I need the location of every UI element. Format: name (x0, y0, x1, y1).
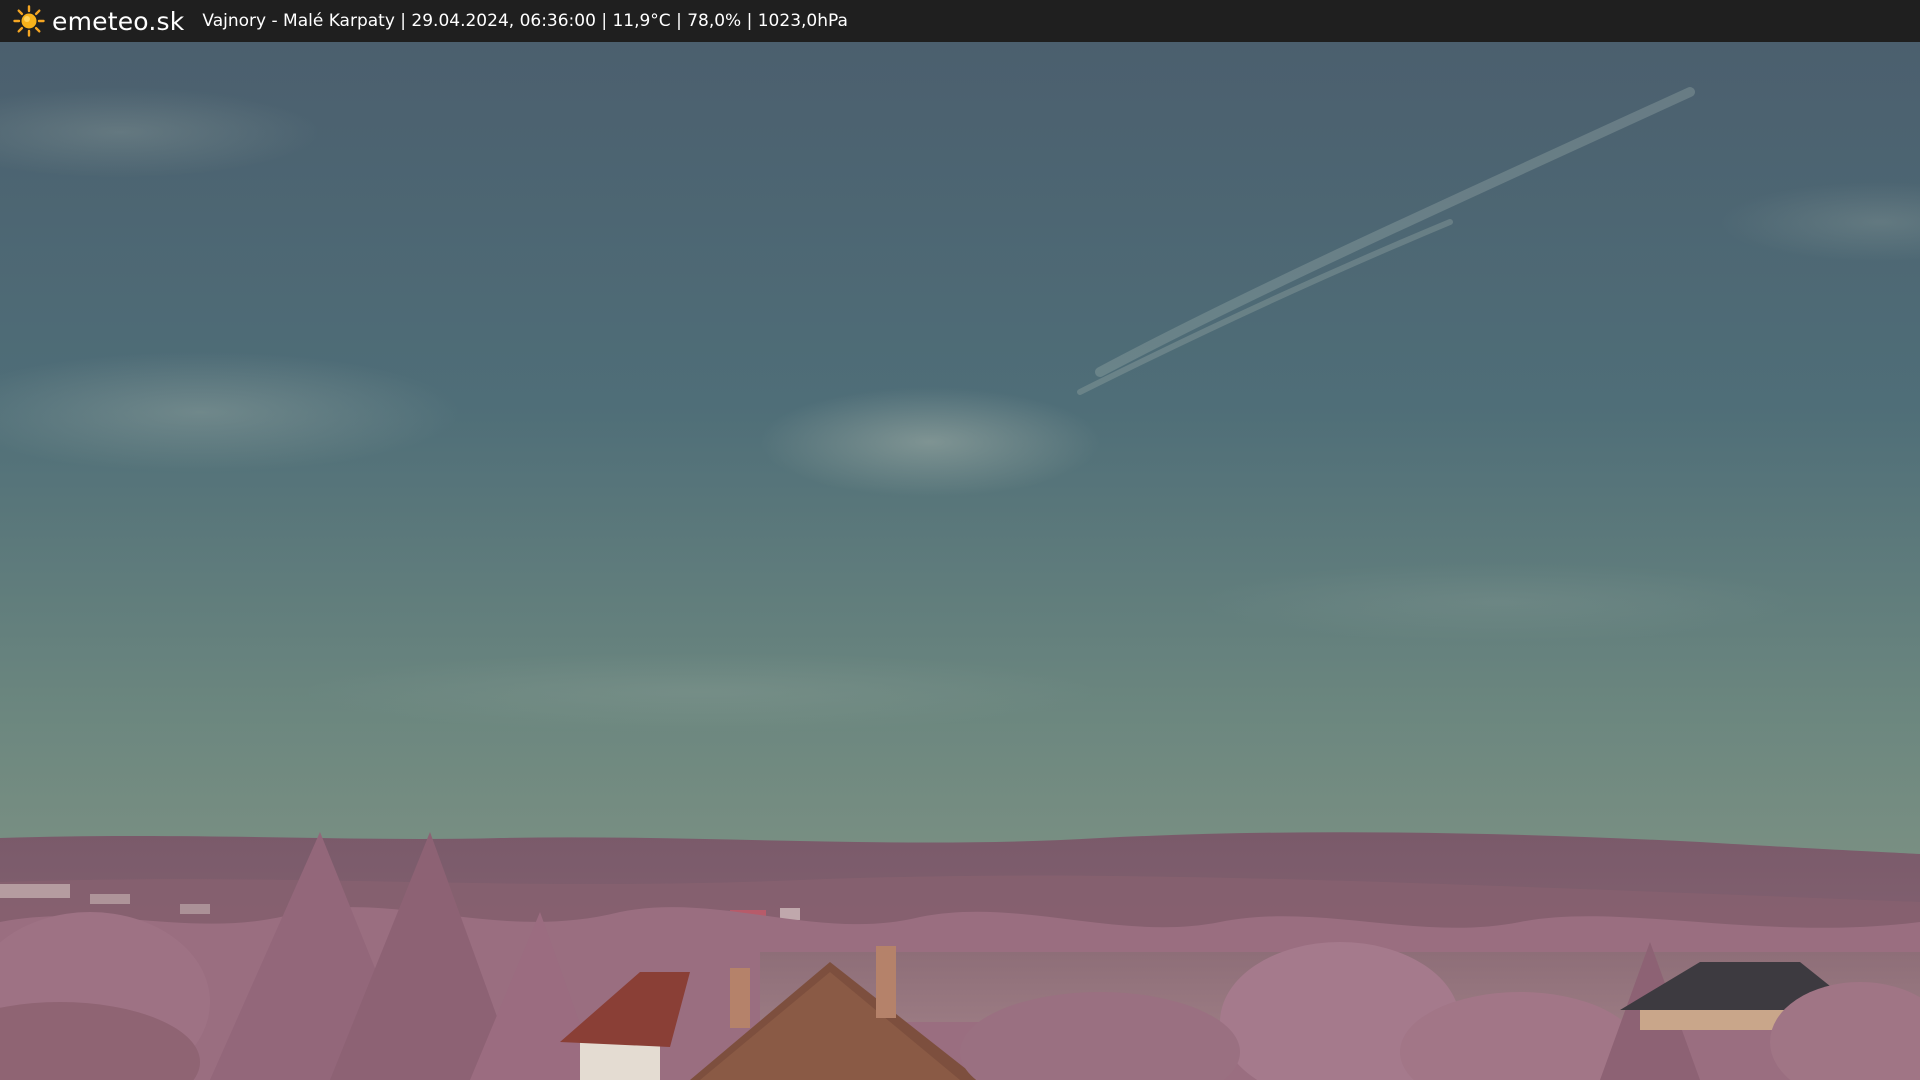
webcam-frame: emeteo.sk Vajnory - Malé Karpaty | 29.04… (0, 0, 1920, 1080)
webcam-caption: Vajnory - Malé Karpaty | 29.04.2024, 06:… (202, 11, 848, 31)
landscape-illustration (0, 42, 1920, 1080)
webcam-header-bar: emeteo.sk Vajnory - Malé Karpaty | 29.04… (0, 0, 1920, 42)
webcam-image (0, 42, 1920, 1080)
site-brand: emeteo.sk (52, 6, 185, 36)
sun-icon (12, 4, 46, 38)
